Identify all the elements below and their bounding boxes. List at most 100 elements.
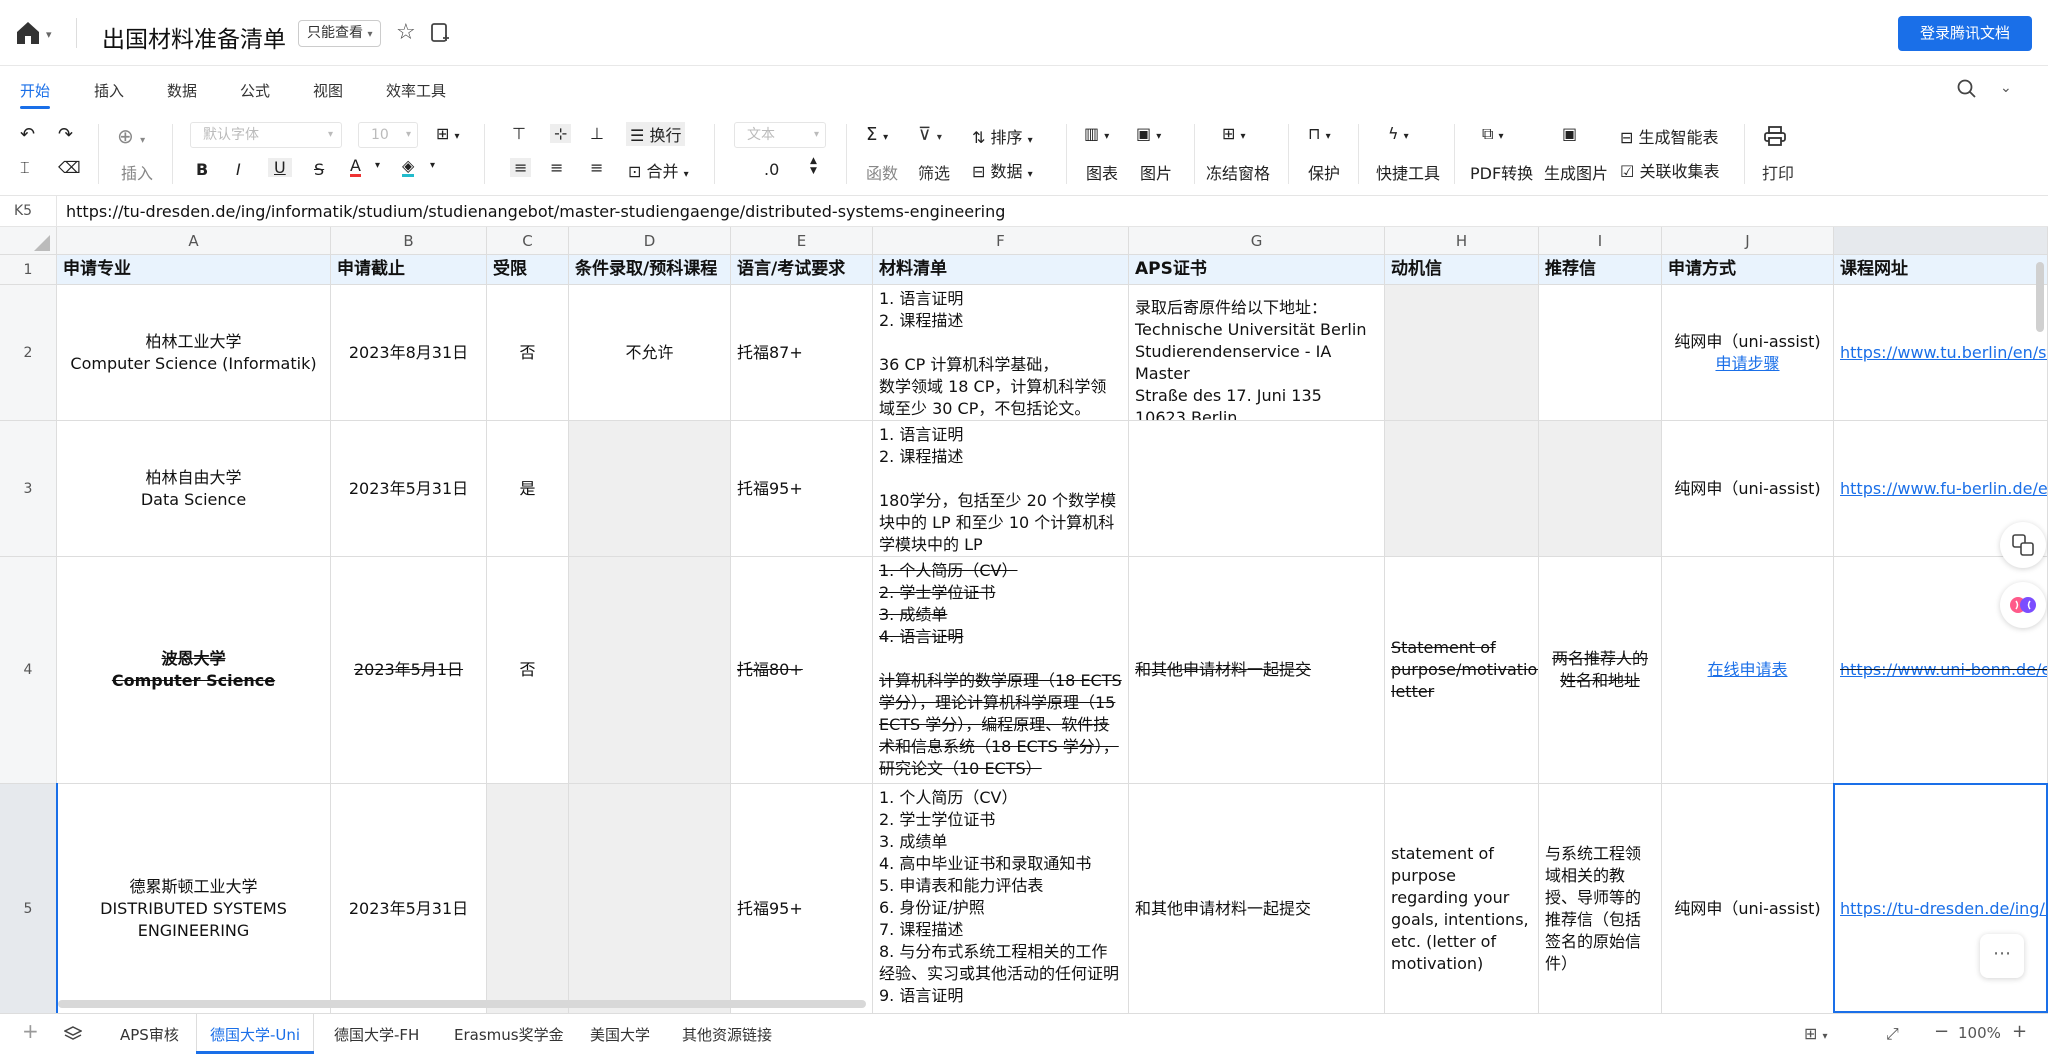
column-header-d[interactable]: D bbox=[569, 227, 731, 255]
cell-i2[interactable] bbox=[1539, 285, 1662, 421]
formula-input[interactable]: https://tu-dresden.de/ing/informatik/stu… bbox=[66, 202, 1005, 221]
tab-insert[interactable]: 插入 bbox=[94, 80, 124, 101]
cell-d2[interactable]: 不允许 bbox=[569, 285, 731, 421]
format-painter-icon[interactable]: ⌶ bbox=[20, 158, 30, 178]
row-header-3[interactable]: 3 bbox=[0, 421, 57, 557]
cell-g3[interactable] bbox=[1129, 421, 1385, 557]
chart-label[interactable]: 图表 bbox=[1086, 160, 1118, 184]
quick-tools-icon[interactable]: ϟ ▾ bbox=[1388, 124, 1409, 143]
image-icon[interactable]: ▣ ▾ bbox=[1136, 124, 1161, 143]
smart-table-button[interactable]: ⊟ 生成智能表 bbox=[1620, 124, 1719, 148]
cell-k2[interactable]: https://www.tu.berlin/en/studying/study-… bbox=[1834, 285, 2048, 421]
sheet-tab-fh[interactable]: 德国大学-FH bbox=[334, 1024, 419, 1045]
cell-f5[interactable]: 1. 个人简历（CV） 2. 学士学位证书 3. 成绩单 4. 高中毕业证书和录… bbox=[873, 784, 1129, 1013]
sheet-tab-us[interactable]: 美国大学 bbox=[590, 1024, 650, 1045]
zoom-level[interactable]: 100% bbox=[1958, 1024, 2001, 1042]
tab-efficiency[interactable]: 效率工具 bbox=[386, 80, 446, 101]
lock-icon[interactable]: ⊓ ▾ bbox=[1308, 124, 1331, 143]
font-size-select[interactable]: 10 ▾ bbox=[358, 122, 418, 148]
column-header-i[interactable]: I bbox=[1539, 227, 1662, 255]
cell-j5[interactable]: 纯网申（uni-assist) bbox=[1662, 784, 1834, 1013]
cell-j4[interactable]: 在线申请表 bbox=[1662, 557, 1834, 784]
undo-icon[interactable]: ↶ bbox=[20, 124, 35, 145]
chevron-down-icon[interactable]: ▾ bbox=[430, 160, 435, 171]
cell-i5[interactable]: 与系统工程领域相关的教授、导师等的推荐信（包括签名的原始信件） bbox=[1539, 784, 1662, 1013]
cell-d4[interactable] bbox=[569, 557, 731, 784]
filter-icon[interactable]: ⊽ ▾ bbox=[918, 124, 942, 145]
cell-g4[interactable]: 和其他申请材料一起提交 bbox=[1129, 557, 1385, 784]
course-url-link[interactable]: https://www.fu-berlin.de/en/studium/stud… bbox=[1840, 478, 2047, 500]
align-bottom-icon[interactable]: ⊥ bbox=[590, 124, 604, 143]
align-middle-icon[interactable]: ⊹ bbox=[550, 124, 572, 143]
freeze-label[interactable]: 冻结窗格 bbox=[1206, 160, 1270, 184]
header-cell[interactable]: 申请方式 bbox=[1662, 255, 1834, 285]
cell-d3[interactable] bbox=[569, 421, 731, 557]
header-cell[interactable]: APS证书 bbox=[1129, 255, 1385, 285]
italic-icon[interactable]: I bbox=[236, 160, 241, 179]
cell-a3[interactable]: 柏林自由大学 Data Science bbox=[57, 421, 331, 557]
translate-button[interactable] bbox=[2000, 522, 2046, 568]
insert-label[interactable]: 插入 bbox=[121, 160, 153, 184]
tab-start[interactable]: 开始 bbox=[20, 80, 50, 101]
number-format-select[interactable]: 文本 ▾ bbox=[734, 122, 826, 148]
column-header-a[interactable]: A bbox=[57, 227, 331, 255]
select-all-corner[interactable] bbox=[0, 227, 57, 255]
course-url-link[interactable]: https://tu-dresden.de/ing/informatik/stu… bbox=[1840, 898, 2047, 920]
sum-icon[interactable]: Σ ▾ bbox=[866, 124, 888, 145]
cell-b2[interactable]: 2023年8月31日 bbox=[331, 285, 487, 421]
cell-c5[interactable] bbox=[487, 784, 569, 1013]
align-top-icon[interactable]: ⊤ bbox=[512, 124, 526, 143]
cell-b4[interactable]: 2023年5月1日 bbox=[331, 557, 487, 784]
cell-h2[interactable] bbox=[1385, 285, 1539, 421]
cell-b5[interactable]: 2023年5月31日 bbox=[331, 784, 487, 1013]
zoom-in-icon[interactable]: + bbox=[2012, 1021, 2027, 1042]
fullscreen-icon[interactable]: ⤢ bbox=[1886, 1024, 1899, 1044]
row-header-4[interactable]: 4 bbox=[0, 557, 57, 784]
collect-table-button[interactable]: ☑ 关联收集表 bbox=[1620, 158, 1719, 182]
home-caret-icon[interactable]: ▾ bbox=[46, 28, 52, 41]
row-header-1[interactable]: 1 bbox=[0, 255, 57, 285]
cell-a2[interactable]: 柏林工业大学 Computer Science (Informatik) bbox=[57, 285, 331, 421]
course-url-link[interactable]: https://www.uni-bonn.de/en/studying/degr… bbox=[1840, 659, 2047, 681]
ai-assistant-button[interactable] bbox=[2000, 582, 2046, 628]
cell-a4[interactable]: 波恩大学 Computer Science bbox=[57, 557, 331, 784]
strikethrough-icon[interactable]: S bbox=[314, 160, 324, 179]
align-right-icon[interactable]: ≡ bbox=[590, 158, 603, 177]
application-steps-link[interactable]: 申请步骤 bbox=[1715, 353, 1779, 375]
cell-i3[interactable] bbox=[1539, 421, 1662, 557]
cell-i4[interactable]: 两名推荐人的姓名和地址 bbox=[1539, 557, 1662, 784]
cell-e2[interactable]: 托福87+ bbox=[731, 285, 873, 421]
star-icon[interactable]: ☆ bbox=[396, 20, 416, 45]
header-cell[interactable]: 申请专业 bbox=[57, 255, 331, 285]
cell-g2[interactable]: 录取后寄原件给以下地址： Technische Universität Berl… bbox=[1129, 285, 1385, 421]
chevron-down-icon[interactable]: ▾ bbox=[375, 160, 380, 171]
sheet-tab-uni[interactable]: 德国大学-Uni bbox=[210, 1024, 300, 1045]
row-header-5[interactable]: 5 bbox=[0, 784, 57, 1013]
tab-view[interactable]: 视图 bbox=[313, 80, 343, 101]
cell-e3[interactable]: 托福95+ bbox=[731, 421, 873, 557]
column-header-e[interactable]: E bbox=[731, 227, 873, 255]
column-header-j[interactable]: J bbox=[1662, 227, 1834, 255]
wrap-text-button[interactable]: ☰ 换行 bbox=[626, 122, 686, 146]
tab-data[interactable]: 数据 bbox=[167, 80, 197, 101]
pdf-convert-label[interactable]: PDF转换 bbox=[1470, 160, 1533, 184]
cell-a5[interactable]: 德累斯顿工业大学 DISTRIBUTED SYSTEMS ENGINEERING bbox=[57, 784, 331, 1013]
zoom-out-icon[interactable]: − bbox=[1934, 1021, 1949, 1042]
image-label[interactable]: 图片 bbox=[1140, 160, 1172, 184]
gen-image-label[interactable]: 生成图片 bbox=[1544, 160, 1608, 184]
filter-label[interactable]: 筛选 bbox=[918, 160, 950, 184]
gen-image-icon[interactable]: ▣ bbox=[1562, 124, 1577, 143]
add-to-folder-icon[interactable] bbox=[430, 22, 450, 44]
header-cell[interactable]: 受限 bbox=[487, 255, 569, 285]
column-header-b[interactable]: B bbox=[331, 227, 487, 255]
more-options-icon[interactable]: ⋯ bbox=[1980, 934, 2024, 978]
readonly-dropdown[interactable]: 只能查看 ▾ bbox=[298, 20, 382, 47]
cell-b3[interactable]: 2023年5月31日 bbox=[331, 421, 487, 557]
cell-c2[interactable]: 否 bbox=[487, 285, 569, 421]
pdf-convert-icon[interactable]: ⧉ ▾ bbox=[1482, 124, 1504, 144]
course-url-link[interactable]: https://www.tu.berlin/en/studying/study-… bbox=[1840, 342, 2047, 364]
header-cell[interactable]: 推荐信 bbox=[1539, 255, 1662, 285]
cell-k5[interactable]: https://tu-dresden.de/ing/informatik/stu… bbox=[1834, 784, 2048, 1013]
print-icon[interactable] bbox=[1764, 126, 1786, 146]
doc-title[interactable]: 出国材料准备清单 bbox=[102, 20, 286, 54]
